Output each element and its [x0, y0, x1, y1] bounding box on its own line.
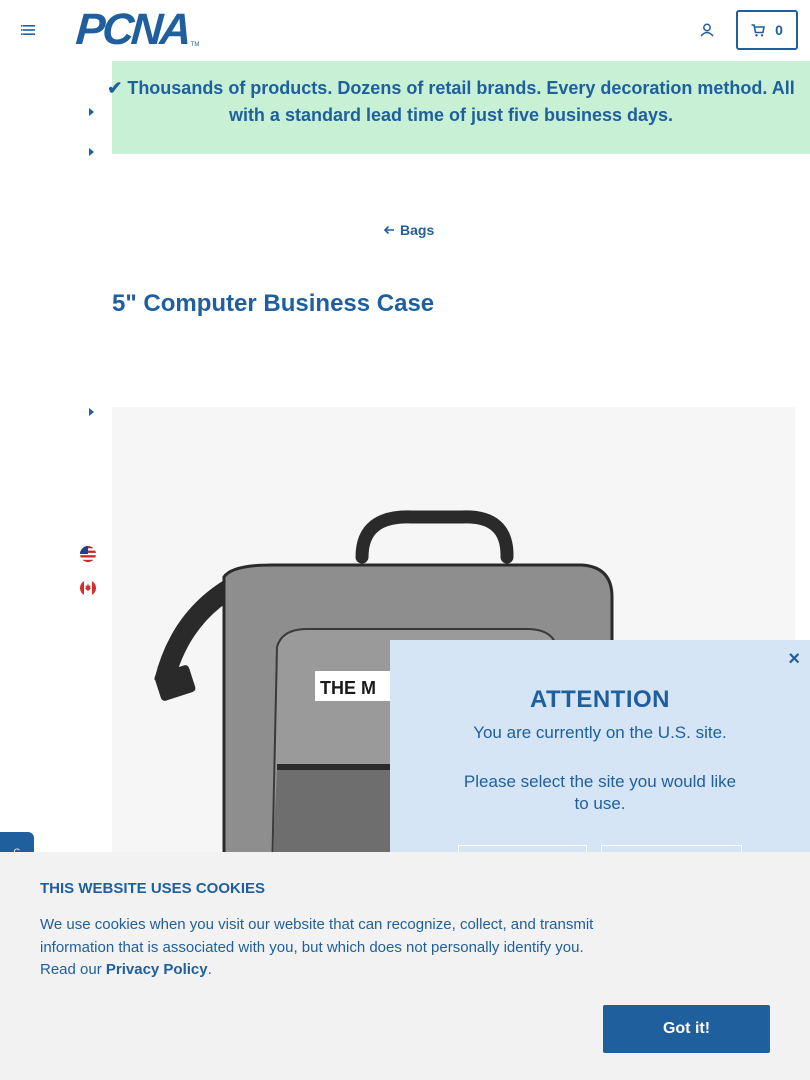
account-icon [700, 23, 714, 37]
cookie-body-end: . [207, 961, 212, 978]
back-link-label: Bags [400, 222, 435, 238]
close-icon[interactable]: × [788, 648, 800, 671]
arrow-left-icon [383, 225, 394, 235]
cart-icon [751, 23, 766, 36]
us-flag-icon[interactable] [80, 546, 96, 562]
privacy-policy-link[interactable]: Privacy Policy [106, 961, 208, 978]
cart-count: 0 [775, 22, 783, 38]
promo-text: ✔ Thousands of products. Dozens of retai… [107, 78, 795, 125]
product-title: 5" Computer Business Case [112, 290, 435, 317]
logo-trademark: TM [190, 42, 200, 48]
caret-right-icon[interactable] [86, 407, 96, 417]
logo-text: PCNA [74, 5, 191, 54]
promo-banner: ✔ Thousands of products. Dozens of retai… [107, 61, 810, 154]
hamburger-menu-button[interactable] [18, 20, 38, 40]
product-imprint-text: THE M [320, 678, 376, 698]
cookie-body: We use cookies when you visit our websit… [40, 914, 610, 982]
caret-right-icon[interactable] [86, 107, 96, 117]
attention-question: Please select the site you would like to… [463, 772, 737, 813]
caret-right-icon[interactable] [86, 147, 96, 157]
page: PCNA TM 0 ✔ Thousands of products. Dozen… [0, 0, 810, 1080]
site-header: PCNA TM 0 [0, 0, 810, 60]
attention-title: ATTENTION [529, 686, 671, 713]
back-to-bags-link[interactable]: Bags [383, 222, 434, 238]
hamburger-menu-icon [21, 25, 35, 35]
accept-cookies-button[interactable]: Got it! [603, 1005, 770, 1053]
cart-button[interactable]: 0 [736, 10, 798, 50]
pcna-logo[interactable]: PCNA TM [74, 5, 200, 54]
cookie-title: THIS WEBSITE USES COOKIES [40, 880, 266, 897]
attention-message: You are currently on the U.S. site. [473, 723, 727, 742]
cookie-banner: THIS WEBSITE USES COOKIES We use cookies… [0, 852, 810, 1080]
canada-flag-icon[interactable] [80, 580, 96, 596]
account-button[interactable] [697, 20, 717, 40]
